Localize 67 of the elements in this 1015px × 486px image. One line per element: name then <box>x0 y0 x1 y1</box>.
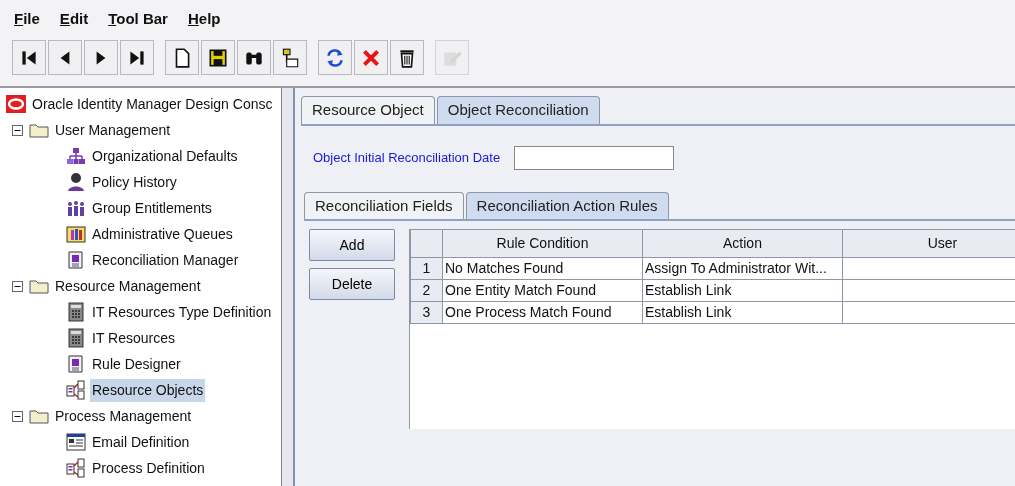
tree-item[interactable]: Group Entitlements <box>90 196 214 220</box>
document-icon <box>66 354 86 374</box>
collapse-icon[interactable] <box>12 124 23 136</box>
tree-item[interactable]: Organizational Defaults <box>90 144 240 168</box>
row-number: 1 <box>410 257 443 280</box>
collapse-icon[interactable] <box>12 410 23 422</box>
queue-icon <box>66 224 86 244</box>
save-icon <box>207 46 229 69</box>
column-header[interactable]: Action <box>642 229 843 258</box>
tree-root[interactable]: Oracle Identity Manager Design Consc <box>30 92 275 116</box>
tree-item[interactable]: Email Definition <box>90 430 192 454</box>
calculator-icon <box>66 328 86 348</box>
toolbar-button[interactable] <box>318 40 352 75</box>
tab[interactable]: Reconciliation Fields <box>304 191 464 219</box>
calculator-icon <box>66 302 86 322</box>
toolbar-button[interactable] <box>165 40 199 75</box>
toolbar-button[interactable] <box>201 40 235 75</box>
diagram-icon <box>66 380 86 400</box>
tree-item[interactable]: Policy History <box>90 170 179 194</box>
splitter-bar[interactable] <box>282 88 295 486</box>
tree-item[interactable]: Process Definition <box>90 456 207 480</box>
tree-item[interactable]: Rule Designer <box>90 352 183 376</box>
people-icon <box>66 198 86 218</box>
toolbar-button[interactable] <box>48 40 82 75</box>
row-number: 2 <box>410 279 443 302</box>
table-cell: One Entity Match Found <box>442 279 643 302</box>
column-header[interactable]: User <box>842 229 1015 258</box>
menu-item[interactable]: Tool Bar <box>108 8 168 36</box>
form-icon <box>66 432 86 452</box>
tree-item[interactable]: Reconciliation Manager <box>90 248 241 272</box>
menu-item[interactable]: Edit <box>59 8 89 36</box>
menu-item[interactable]: File <box>14 8 40 36</box>
toolbar-button[interactable] <box>237 40 271 75</box>
table-cell: Establish Link <box>642 279 843 302</box>
tree-item[interactable]: IT Resources Type Definition <box>90 300 274 324</box>
logo-icon <box>6 94 26 114</box>
column-header[interactable]: Rule Condition <box>442 229 643 258</box>
toolbar-button[interactable] <box>273 40 307 75</box>
action-button[interactable]: Delete <box>309 268 395 300</box>
field-label: Object Initial Reconciliation Date <box>313 148 501 167</box>
person-icon <box>66 172 86 192</box>
toolbar-button[interactable] <box>390 40 424 75</box>
toolbar-button[interactable] <box>120 40 154 75</box>
toolbar-button[interactable] <box>12 40 46 75</box>
document-icon <box>66 250 86 270</box>
collapse-icon[interactable] <box>12 280 23 292</box>
table-cell: No Matches Found <box>442 257 643 280</box>
tree-item[interactable]: IT Resources <box>90 326 177 350</box>
org-chart-icon <box>66 146 86 166</box>
menu-item[interactable]: Help <box>187 8 221 36</box>
refresh-icon <box>324 46 346 69</box>
tree-item[interactable]: Administrative Queues <box>90 222 235 246</box>
date-field[interactable] <box>514 145 675 170</box>
diagram-icon <box>66 458 86 478</box>
table-cell: Assign To Administrator Wit... <box>642 257 843 280</box>
toolbar-button[interactable] <box>84 40 118 75</box>
tab[interactable]: Object Reconciliation <box>436 96 600 124</box>
action-button[interactable]: Add <box>309 229 395 261</box>
tree-item[interactable]: User Management <box>53 118 173 142</box>
tab[interactable]: Reconciliation Action Rules <box>465 191 669 219</box>
tree-item[interactable]: Resource Management <box>53 274 203 298</box>
tab[interactable]: Resource Object <box>301 96 435 124</box>
tree-item[interactable]: Resource Objects <box>90 378 206 402</box>
table-cell: Establish Link <box>642 301 843 324</box>
tree-item[interactable]: Process Management <box>53 404 194 428</box>
table-cell: One Process Match Found <box>442 301 643 324</box>
row-number: 3 <box>410 301 443 324</box>
